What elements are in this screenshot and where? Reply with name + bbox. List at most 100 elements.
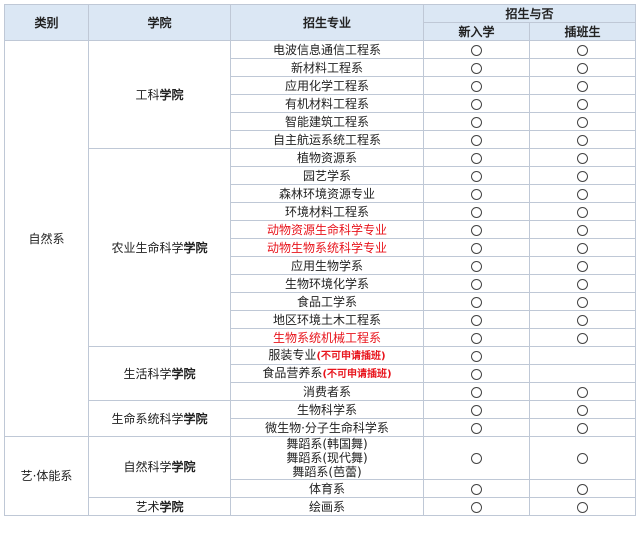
major-cell: 食品营养系(不可申请插班) bbox=[230, 364, 424, 383]
freshman-cell bbox=[423, 479, 530, 498]
freshman-cell bbox=[423, 256, 530, 275]
major-cell: 电波信息通信工程系 bbox=[230, 40, 424, 59]
circle-mark-icon bbox=[471, 224, 482, 236]
circle-mark-icon bbox=[577, 260, 588, 272]
major-name: 微生物·分子生命科学系 bbox=[265, 420, 389, 435]
freshman-cell bbox=[423, 76, 530, 95]
college-suffix: 学院 bbox=[171, 460, 196, 474]
transfer-cell bbox=[528, 40, 637, 59]
transfer-cell bbox=[528, 76, 637, 95]
major-cell: 应用化学工程系 bbox=[230, 76, 424, 95]
freshman-cell bbox=[423, 418, 530, 437]
major-cell: 绘画系 bbox=[230, 497, 424, 516]
major-cell: 消费者系 bbox=[230, 382, 424, 401]
header-category: 类别 bbox=[4, 4, 89, 41]
transfer-cell bbox=[528, 382, 637, 401]
major-name: 生物科学系 bbox=[296, 402, 357, 417]
major-cell: 生物环境化学系 bbox=[230, 274, 424, 293]
major-cell: 园艺学系 bbox=[230, 166, 424, 185]
college-suffix: 学院 bbox=[183, 411, 208, 426]
freshman-cell bbox=[423, 364, 530, 383]
circle-mark-icon bbox=[577, 206, 588, 218]
circle-mark-icon bbox=[577, 314, 588, 326]
freshman-cell bbox=[423, 94, 530, 113]
transfer-cell bbox=[528, 256, 637, 275]
circle-mark-icon bbox=[577, 188, 588, 200]
college-cell: 生活科学学院 bbox=[88, 346, 231, 401]
circle-mark-icon bbox=[471, 404, 482, 416]
freshman-cell bbox=[423, 58, 530, 77]
major-name: 智能建筑工程系 bbox=[284, 114, 369, 129]
header-admission: 招生与否 bbox=[422, 4, 637, 23]
major-name: 应用生物学系 bbox=[290, 258, 363, 273]
transfer-cell bbox=[528, 148, 637, 167]
major-name: 食品营养系 bbox=[262, 365, 323, 380]
major-name: 环境材料工程系 bbox=[284, 204, 369, 219]
major-name: 有机材料工程系 bbox=[284, 96, 369, 111]
freshman-cell bbox=[423, 310, 530, 329]
freshman-cell bbox=[423, 220, 530, 239]
circle-mark-icon bbox=[471, 296, 482, 308]
transfer-cell bbox=[528, 364, 637, 383]
circle-mark-icon bbox=[577, 170, 588, 182]
circle-mark-icon bbox=[577, 422, 588, 434]
circle-mark-icon bbox=[471, 368, 482, 380]
major-name: 生物系统机械工程系 bbox=[272, 330, 381, 345]
college-suffix: 学院 bbox=[159, 499, 184, 514]
freshman-cell bbox=[423, 400, 530, 419]
major-cell: 服装专业(不可申请插班) bbox=[230, 346, 424, 365]
major-name: 动物生物系统科学专业 bbox=[266, 240, 387, 255]
transfer-note: (不可申请插班) bbox=[316, 350, 386, 362]
freshman-cell bbox=[423, 130, 530, 149]
major-name: 电波信息通信工程系 bbox=[272, 42, 381, 57]
major-name: 新材料工程系 bbox=[290, 60, 363, 75]
admission-table: 类别 学院 招生专业 招生与否 新入学 插班生 自然系 工科学院 电波信息通信工程系… bbox=[4, 4, 637, 516]
major-line: 舞蹈系(芭蕾) bbox=[292, 465, 362, 479]
college-name: 工科 bbox=[135, 87, 160, 102]
transfer-cell bbox=[528, 202, 637, 221]
circle-mark-icon bbox=[471, 453, 482, 464]
circle-mark-icon bbox=[577, 80, 588, 92]
circle-mark-icon bbox=[577, 296, 588, 308]
freshman-cell bbox=[423, 184, 530, 203]
freshman-cell bbox=[423, 497, 530, 516]
freshman-cell bbox=[423, 238, 530, 257]
major-cell: 地区环境土木工程系 bbox=[230, 310, 424, 329]
major-cell: 动物生物系统科学专业 bbox=[230, 238, 424, 257]
circle-mark-icon bbox=[577, 152, 588, 164]
circle-mark-icon bbox=[471, 260, 482, 272]
transfer-cell bbox=[528, 274, 637, 293]
circle-mark-icon bbox=[577, 453, 588, 464]
freshman-cell bbox=[423, 166, 530, 185]
transfer-cell bbox=[528, 292, 637, 311]
circle-mark-icon bbox=[471, 332, 482, 344]
transfer-cell bbox=[528, 112, 637, 131]
freshman-cell bbox=[423, 202, 530, 221]
transfer-cell bbox=[528, 400, 637, 419]
circle-mark-icon bbox=[577, 62, 588, 74]
college-name: 生命系统科学 bbox=[111, 411, 184, 426]
college-name: 农业生命科学 bbox=[111, 240, 184, 255]
college-cell: 农业生命科学学院 bbox=[88, 148, 231, 347]
circle-mark-icon bbox=[577, 483, 588, 495]
college-suffix: 学院 bbox=[159, 87, 184, 102]
freshman-cell bbox=[423, 436, 530, 480]
college-cell: 艺术学院 bbox=[88, 497, 231, 516]
circle-mark-icon bbox=[471, 242, 482, 254]
freshman-cell bbox=[423, 346, 530, 365]
circle-mark-icon bbox=[577, 44, 588, 56]
transfer-cell bbox=[528, 497, 637, 516]
header-major: 招生专业 bbox=[230, 4, 424, 41]
major-name: 地区环境土木工程系 bbox=[272, 312, 381, 327]
freshman-cell bbox=[423, 40, 530, 59]
major-cell: 应用生物学系 bbox=[230, 256, 424, 275]
major-name: 森林环境资源专业 bbox=[278, 186, 375, 201]
freshman-cell bbox=[423, 112, 530, 131]
circle-mark-icon bbox=[577, 332, 588, 344]
table-body: 自然系 工科学院 电波信息通信工程系 新材料工程系 应用化学工程系 有机材料工程系 智能建筑… bbox=[4, 40, 637, 516]
circle-mark-icon bbox=[471, 62, 482, 74]
table-row: 自然系 工科学院 电波信息通信工程系 bbox=[4, 40, 637, 437]
major-cell: 舞蹈系(韩国舞) 舞蹈系(现代舞) 舞蹈系(芭蕾) bbox=[230, 436, 424, 480]
major-name: 食品工学系 bbox=[296, 294, 357, 309]
circle-mark-icon bbox=[577, 404, 588, 416]
